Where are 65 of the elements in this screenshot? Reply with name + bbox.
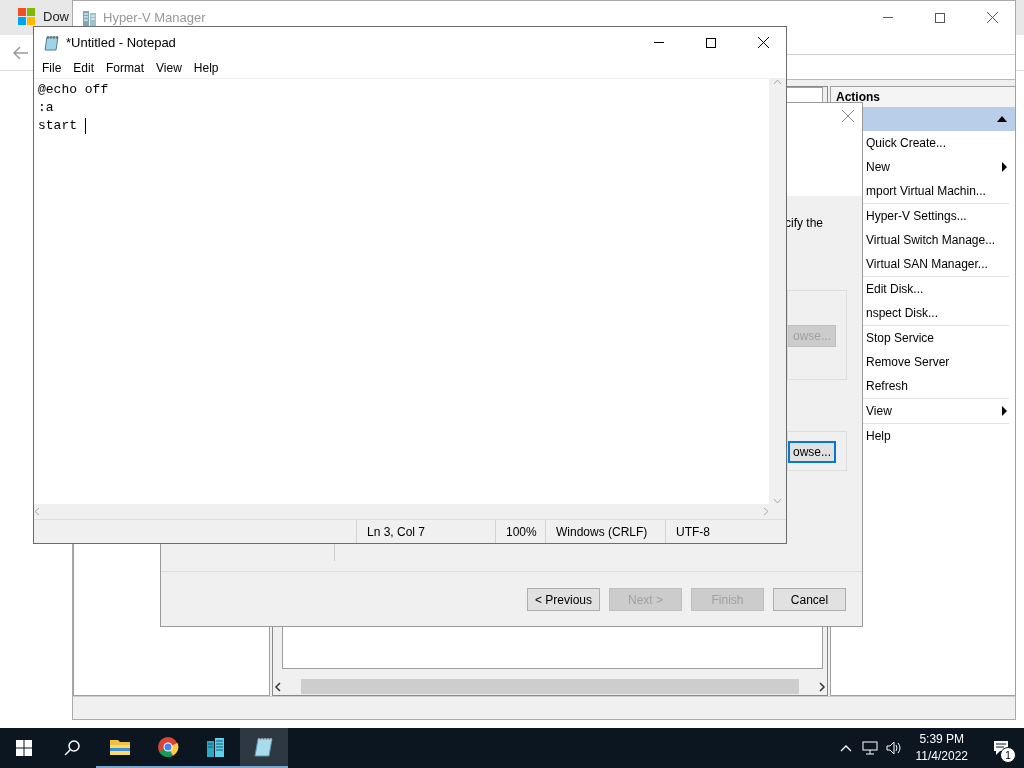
menu-item[interactable]: Help (187, 61, 225, 75)
code-line: :a (38, 99, 54, 117)
actions-header: Actions (831, 87, 1015, 107)
close-icon (842, 110, 854, 122)
wizard-button[interactable]: < Previous (527, 588, 600, 611)
horizontal-scrollbar[interactable] (273, 678, 827, 695)
chevron-up-icon[interactable] (839, 744, 852, 752)
window-title: *Untitled - Notepad (66, 35, 177, 50)
close-button[interactable] (842, 110, 854, 125)
browser-icon (157, 736, 179, 758)
code-line: start (38, 117, 78, 135)
volume-icon[interactable] (885, 741, 902, 755)
notification-count: 1 (1000, 747, 1016, 763)
scroll-up-icon[interactable] (773, 79, 782, 85)
menu-item[interactable]: View (150, 61, 188, 75)
scroll-down-icon[interactable] (773, 498, 782, 504)
taskbar-app-button[interactable] (240, 728, 288, 768)
notepad-icon (44, 34, 60, 51)
minimize-icon (883, 17, 893, 18)
action-item[interactable]: Virtual Switch Manage... (866, 233, 996, 247)
clock-time[interactable]: 5:39 PM (919, 731, 965, 748)
scroll-right-icon[interactable] (817, 681, 827, 692)
clock-date[interactable]: 11/4/2022 (915, 748, 968, 765)
maximize-icon (935, 12, 945, 23)
close-icon (757, 37, 769, 48)
scroll-left-icon[interactable] (273, 681, 283, 692)
action-item[interactable]: Quick Create... (866, 136, 947, 150)
action-item[interactable]: Stop Service (866, 331, 935, 345)
maximize-icon (706, 37, 716, 48)
server-icon (205, 736, 227, 758)
action-item[interactable]: Hyper-V Settings... (866, 209, 967, 223)
search-icon (64, 740, 80, 756)
windows-logo-icon (16, 740, 32, 756)
collapse-icon[interactable] (997, 116, 1007, 122)
notification-button[interactable]: 1 (978, 728, 1024, 768)
window-title: Hyper-V Manager (103, 10, 207, 25)
action-item[interactable]: Edit Disk... (866, 282, 924, 296)
minimize-icon (654, 42, 664, 43)
line-ending-type: Windows (CRLF) (545, 520, 665, 543)
scrollbar-thumb[interactable] (301, 679, 799, 694)
action-item[interactable]: Refresh (866, 379, 909, 393)
cursor-position: Ln 3, Col 7 (356, 520, 495, 543)
browse-button[interactable]: owse... (788, 441, 836, 463)
menu-item[interactable]: Edit (67, 61, 101, 75)
action-item[interactable]: Help (866, 429, 891, 443)
vertical-scrollbar[interactable] (769, 79, 786, 504)
action-item[interactable]: Virtual SAN Manager... (866, 257, 988, 271)
menu-item[interactable]: Format (100, 61, 151, 75)
notepad-icon (253, 736, 275, 758)
back-arrow-icon[interactable] (13, 45, 29, 60)
code-line: @echo off (38, 81, 109, 99)
action-item[interactable]: Remove Server (866, 355, 950, 369)
action-item[interactable]: New (866, 160, 890, 174)
wizard-button[interactable]: Cancel (773, 588, 846, 611)
text-cursor (84, 118, 86, 134)
windows-logo-icon (18, 7, 35, 25)
text-editor-field[interactable]: @echo off :a start (34, 79, 769, 504)
action-item[interactable]: mport Virtual Machin... (866, 184, 986, 198)
menu-item[interactable]: File (36, 61, 68, 75)
action-item[interactable]: nspect Disk... (866, 306, 939, 320)
encoding-label: UTF-8 (665, 520, 786, 543)
close-icon (986, 12, 998, 23)
action-item[interactable]: View (866, 404, 892, 418)
network-icon[interactable] (861, 741, 878, 755)
zoom-level: 100% (495, 520, 545, 543)
